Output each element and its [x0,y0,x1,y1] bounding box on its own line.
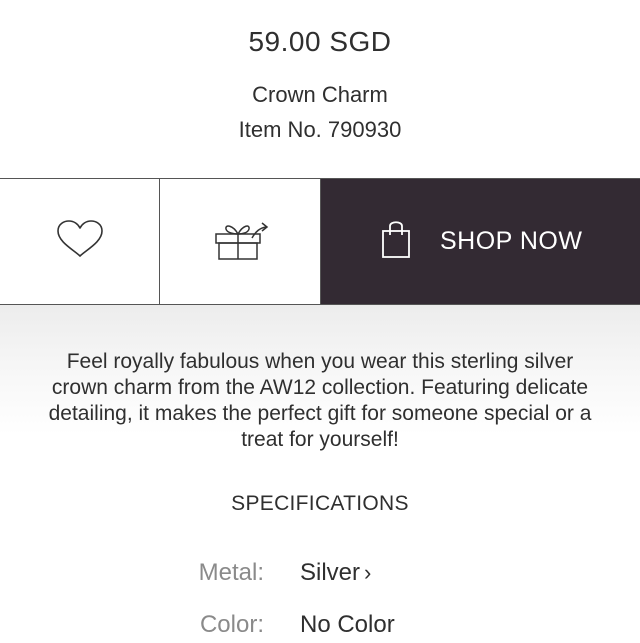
product-details: Feel royally fabulous when you wear this… [0,305,640,640]
metal-value: Silver [300,559,361,586]
spec-row-color: Color: No Color [0,611,640,643]
specifications-heading: SPECIFICATIONS [231,492,409,515]
product-description: Feel royally fabulous when you wear this… [48,350,592,451]
heart-icon [54,219,106,264]
color-value: No Color [300,611,395,638]
metal-value-link[interactable]: Silver › [300,559,371,587]
send-gift-button[interactable] [160,179,321,304]
spec-row-metal: Metal: Silver › [0,559,640,591]
wishlist-button[interactable] [0,179,160,304]
metal-label: Metal: [198,559,264,586]
product-price: 59.00 SGD [248,26,392,57]
product-header: 59.00 SGD Crown Charm Item No. 790930 [0,0,640,178]
item-number: Item No. 790930 [238,117,402,142]
chevron-right-icon: › [364,560,372,585]
action-bar: SHOP NOW [0,178,640,305]
product-name: Crown Charm [252,82,388,107]
shopping-bag-icon [381,219,411,264]
color-label: Color: [199,611,264,638]
gift-send-icon [210,216,270,267]
shop-now-button[interactable]: SHOP NOW [321,179,640,304]
shop-now-label: SHOP NOW [440,227,583,255]
